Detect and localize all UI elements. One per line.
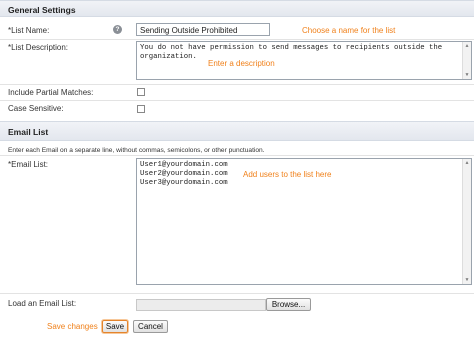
cancel-button[interactable]: Cancel [133,320,168,333]
save-button[interactable]: Save [102,320,128,333]
divider [0,293,474,294]
list-name-hint: Choose a name for the list [302,26,396,35]
browse-button[interactable]: Browse... [266,298,311,311]
save-changes-hint: Save changes [47,322,98,331]
list-description-label: *List Description: [8,43,69,52]
divider [0,84,474,85]
email-list-label: *Email List: [8,160,49,169]
email-list-header: Email List [0,121,474,141]
help-icon[interactable]: ? [113,25,122,34]
list-description-textarea[interactable]: You do not have permission to send messa… [136,41,472,80]
partial-matches-checkbox[interactable] [137,88,145,96]
email-list-description: Enter each Email on a separate line, wit… [8,147,265,154]
file-path-field[interactable] [136,299,266,311]
scroll-down-icon[interactable]: ▼ [463,71,471,79]
scroll-down-icon[interactable]: ▼ [463,276,471,284]
case-sensitive-label: Case Sensitive: [8,104,64,113]
email-scrollbar[interactable]: ▲ ▼ [462,159,471,284]
divider [0,100,474,101]
scroll-up-icon[interactable]: ▲ [463,42,471,50]
description-scrollbar[interactable]: ▲ ▼ [462,42,471,79]
list-name-input[interactable]: Sending Outside Prohibited [136,23,270,36]
divider [0,39,474,40]
divider [0,155,474,156]
list-description-hint: Enter a description [208,59,275,68]
scroll-up-icon[interactable]: ▲ [463,159,471,167]
case-sensitive-checkbox[interactable] [137,105,145,113]
list-description-text: You do not have permission to send messa… [140,44,443,61]
email-list-hint: Add users to the list here [243,170,332,179]
partial-matches-label: Include Partial Matches: [8,88,94,97]
general-settings-header: General Settings [0,0,474,17]
load-email-list-label: Load an Email List: [8,299,77,308]
list-name-label: *List Name: [8,26,50,35]
